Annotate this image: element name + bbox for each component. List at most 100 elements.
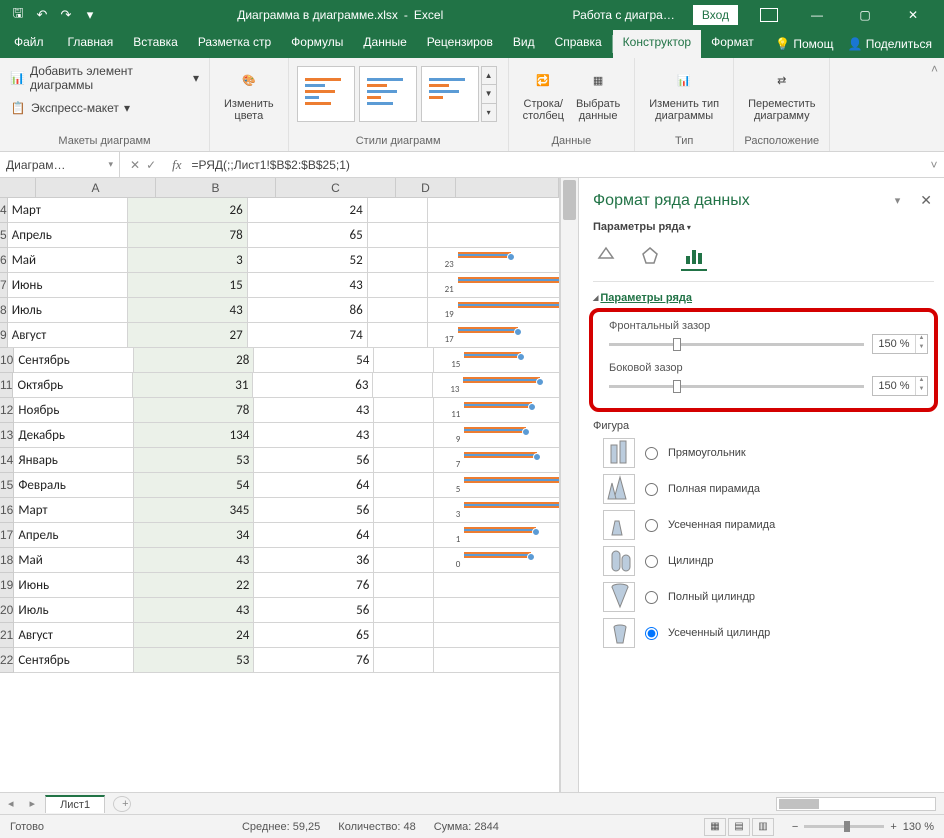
cell[interactable]: Декабрь	[14, 423, 134, 448]
chart-overlay[interactable]: 5	[434, 473, 559, 498]
cell[interactable]: 65	[254, 623, 374, 648]
gap-depth-input[interactable]: 150 %▲▼	[872, 334, 928, 354]
cell[interactable]	[374, 648, 434, 673]
cell[interactable]: 34	[134, 523, 254, 548]
cell[interactable]	[374, 423, 434, 448]
cell[interactable]: Сентябрь	[14, 648, 134, 673]
pane-options-icon[interactable]: ▾	[893, 192, 903, 209]
cell[interactable]: Апрель	[8, 223, 128, 248]
col-a[interactable]: A	[36, 178, 156, 197]
expand-formula-icon[interactable]: ˅	[924, 158, 944, 172]
cell[interactable]: Июль	[8, 298, 128, 323]
select-data-button[interactable]: ▦Выбрать данные	[570, 62, 626, 124]
chart-overlay[interactable]: 17	[428, 323, 559, 348]
shape-option[interactable]: Усеченная пирамида	[603, 510, 934, 540]
row-header[interactable]: 5	[0, 223, 8, 248]
cell[interactable]: 76	[254, 648, 374, 673]
shape-radio[interactable]	[645, 447, 658, 460]
row-header[interactable]: 21	[0, 623, 14, 648]
formula-input[interactable]: =РЯД(;;Лист1!$B$2:$B$25;1)	[188, 156, 924, 174]
add-chart-element-button[interactable]: 📊Добавить элемент диаграммы ▾	[8, 62, 201, 94]
chart-overlay[interactable]: 15	[434, 348, 559, 373]
fx-icon[interactable]: fx	[166, 157, 187, 173]
ribbon-display-icon[interactable]	[746, 0, 792, 30]
cell[interactable]: 43	[248, 273, 368, 298]
cell[interactable]	[374, 398, 434, 423]
tab-design[interactable]: Конструктор	[613, 30, 701, 58]
cell[interactable]	[374, 473, 434, 498]
cell[interactable]: 63	[253, 373, 373, 398]
cancel-formula-icon[interactable]: ✕	[130, 158, 140, 172]
cell[interactable]	[374, 348, 434, 373]
collapse-ribbon-icon[interactable]: ˄	[925, 58, 944, 151]
effects-tab-icon[interactable]	[637, 245, 663, 271]
redo-icon[interactable]: ↷	[58, 7, 74, 23]
shape-radio[interactable]	[645, 627, 658, 640]
chart-styles-gallery[interactable]	[297, 66, 479, 122]
close-icon[interactable]: ✕	[890, 0, 936, 30]
zoom-in-icon[interactable]: +	[890, 821, 896, 833]
series-params-header[interactable]: Параметры ряда	[593, 292, 934, 304]
quick-layout-button[interactable]: 📋Экспресс-макет ▾	[8, 98, 201, 118]
row-header[interactable]: 11	[0, 373, 13, 398]
cell[interactable]: Март	[8, 198, 128, 223]
row-header[interactable]: 19	[0, 573, 14, 598]
cell[interactable]: 43	[128, 298, 248, 323]
cell[interactable]	[368, 248, 428, 273]
cell[interactable]: Август	[8, 323, 128, 348]
cell[interactable]: 15	[128, 273, 248, 298]
cell[interactable]: 31	[133, 373, 253, 398]
undo-icon[interactable]: ↶	[34, 7, 50, 23]
row-header[interactable]: 22	[0, 648, 14, 673]
tab-view[interactable]: Вид	[503, 30, 545, 58]
chart-overlay[interactable]: 21	[428, 273, 559, 298]
cell[interactable]: 52	[248, 248, 368, 273]
row-header[interactable]: 14	[0, 448, 14, 473]
row-header[interactable]: 4	[0, 198, 8, 223]
chart-overlay[interactable]: 9	[434, 423, 559, 448]
page-break-view-icon[interactable]: ▥	[752, 818, 774, 836]
chart-overlay[interactable]	[434, 623, 559, 648]
shape-option[interactable]: Прямоугольник	[603, 438, 934, 468]
cell[interactable]: Март	[14, 498, 134, 523]
row-header[interactable]: 8	[0, 298, 8, 323]
sheet-nav-next-icon[interactable]: ▸	[22, 797, 44, 810]
cell[interactable]: Сентябрь	[14, 348, 134, 373]
shape-option[interactable]: Усеченный цилиндр	[603, 618, 934, 648]
sheet-tab-1[interactable]: Лист1	[45, 795, 105, 813]
col-c[interactable]: C	[276, 178, 396, 197]
tab-data[interactable]: Данные	[353, 30, 416, 58]
tell-me-icon[interactable]: 💡 Помощ	[775, 37, 833, 51]
cell[interactable]: 27	[128, 323, 248, 348]
cell[interactable]: Январь	[14, 448, 134, 473]
name-box[interactable]: Диаграм…▾	[0, 152, 120, 177]
cell[interactable]: 76	[254, 573, 374, 598]
cell[interactable]: 53	[134, 648, 254, 673]
cell[interactable]: 65	[248, 223, 368, 248]
row-header[interactable]: 10	[0, 348, 14, 373]
series-options-tab-icon[interactable]	[681, 245, 707, 271]
tab-insert[interactable]: Вставка	[123, 30, 188, 58]
shape-radio[interactable]	[645, 555, 658, 568]
add-sheet-button[interactable]: +	[113, 796, 131, 812]
login-button[interactable]: Вход	[693, 5, 738, 25]
cell[interactable]: 24	[134, 623, 254, 648]
row-header[interactable]: 6	[0, 248, 8, 273]
gap-depth-slider[interactable]	[609, 343, 864, 346]
style-thumb-3[interactable]	[421, 66, 479, 122]
cell[interactable]	[368, 273, 428, 298]
cell[interactable]: 36	[254, 548, 374, 573]
cell[interactable]: 26	[128, 198, 248, 223]
cell[interactable]: 345	[134, 498, 254, 523]
row-header[interactable]: 18	[0, 548, 14, 573]
cell[interactable]: 54	[134, 473, 254, 498]
style-thumb-2[interactable]	[359, 66, 417, 122]
cell[interactable]: Июль	[14, 598, 134, 623]
style-thumb-1[interactable]	[297, 66, 355, 122]
cell[interactable]: Ноябрь	[14, 398, 134, 423]
maximize-icon[interactable]: ▢	[842, 0, 888, 30]
cell[interactable]	[374, 498, 434, 523]
cell[interactable]: Июнь	[14, 573, 134, 598]
cell[interactable]: 28	[134, 348, 254, 373]
styles-scroll[interactable]: ▲▼▾	[481, 66, 497, 122]
